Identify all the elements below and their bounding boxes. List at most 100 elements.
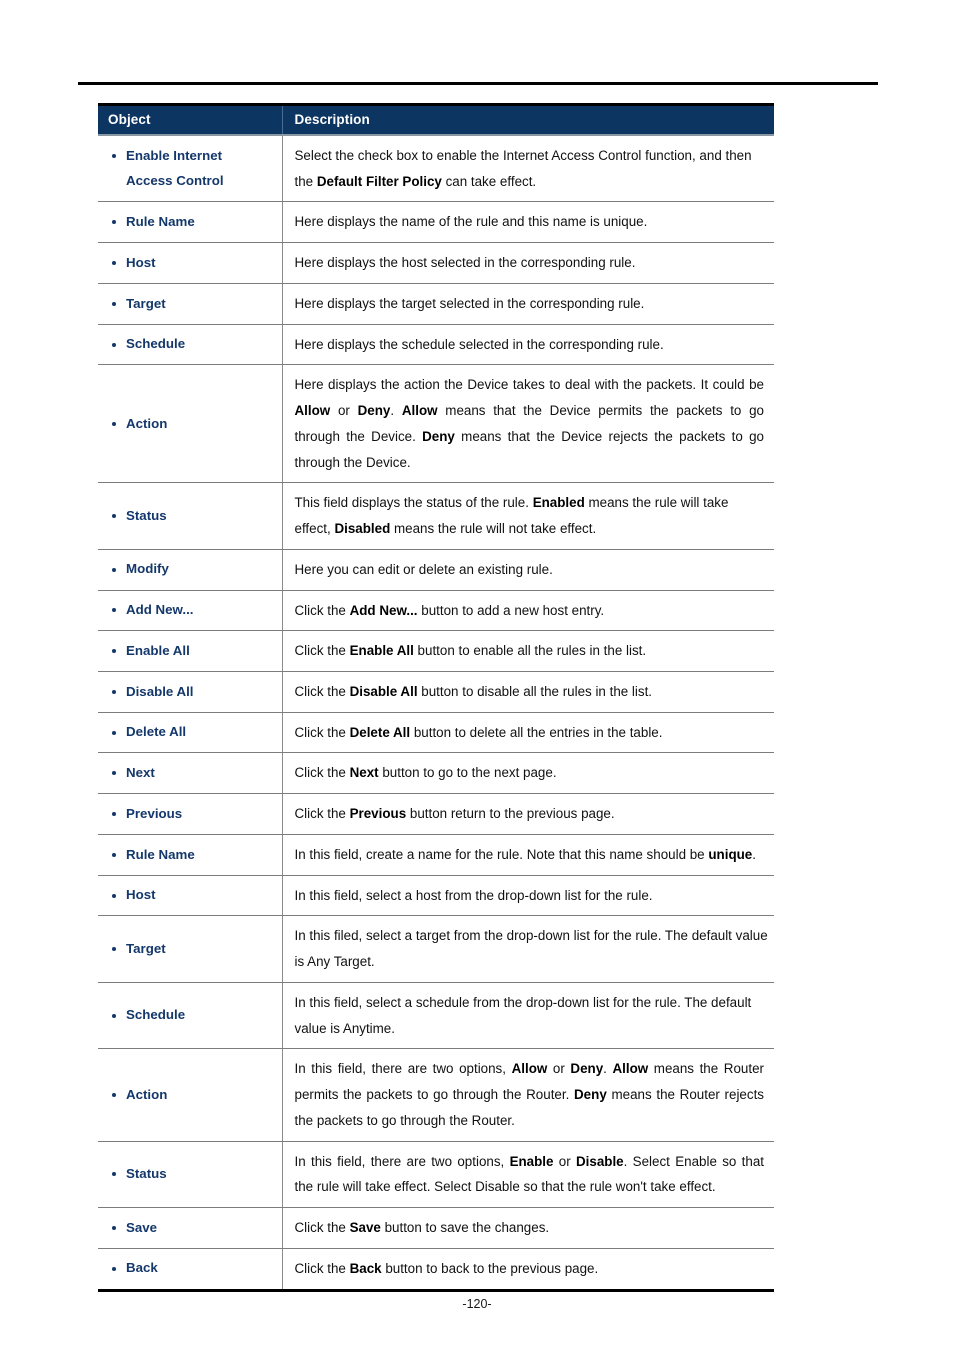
bullet-icon <box>112 421 116 426</box>
table-cell-description: Click the Back button to back to the pre… <box>281 1248 774 1290</box>
object-label-text: Save <box>126 1219 158 1235</box>
table-cell-object: Status <box>98 482 282 550</box>
table-cell-object: Add New... <box>98 590 282 632</box>
object-label-text: Action <box>126 1086 168 1102</box>
bullet-icon <box>112 1266 116 1271</box>
object-label-text: Enable Internet <box>126 148 223 164</box>
table-cell-description: In this field, there are two options, Al… <box>281 1048 774 1142</box>
object-label-text: Host <box>126 887 156 903</box>
table-cell-object: Action <box>98 1048 282 1142</box>
table-cell-description: Here displays the host selected in the c… <box>281 242 774 284</box>
table-row: Schedule In this field, select a schedule… <box>98 982 774 1050</box>
table-cell-object: Enable All <box>98 630 282 673</box>
table-cell-description: Click the Save button to save the change… <box>281 1207 774 1249</box>
table-cell-description: Select the check box to enable the Inter… <box>281 135 774 203</box>
page-number: -120- <box>462 1297 492 1311</box>
table-cell-object: Rule Name <box>98 201 282 244</box>
object-label: Enable All <box>108 639 276 664</box>
table-row: Enable Internet Access Control Select the … <box>98 135 774 203</box>
object-label: Schedule <box>108 1003 276 1028</box>
bullet-icon <box>112 649 116 654</box>
object-label: Host <box>108 251 276 276</box>
object-label-text: Rule Name <box>126 846 195 862</box>
table-cell-description: Click the Previous button return to the … <box>281 793 774 835</box>
bullet-icon <box>112 1172 116 1177</box>
bullet-icon <box>112 1225 116 1230</box>
table-cell-object: Status <box>98 1141 282 1209</box>
object-label: Back <box>108 1256 276 1281</box>
object-label-text: Delete All <box>126 724 187 740</box>
object-label: Next <box>108 761 276 786</box>
table-cell-object: Modify <box>98 549 282 591</box>
table-cell-object: Host <box>98 242 282 284</box>
table-cell-object: Enable Internet Access Control <box>98 135 282 203</box>
table-cell-description: Here you can edit or delete an existing … <box>281 549 774 591</box>
object-label-text: Target <box>126 940 166 956</box>
object-label: Status <box>108 504 276 529</box>
bullet-icon <box>112 301 116 306</box>
table-cell-description: Click the Disable All button to disable … <box>281 671 774 713</box>
object-label: Host <box>108 883 276 908</box>
table-cell-description: Here displays the name of the rule and t… <box>281 201 774 244</box>
table-row: Rule Name In this field, create a name fo… <box>98 834 774 876</box>
table-row: Save Click the Save button to save the ch… <box>98 1207 774 1249</box>
table-row: Add New... Click the Add New... button to… <box>98 590 774 632</box>
bullet-icon <box>112 812 116 817</box>
table-row: Modify Here you can edit or delete an exi… <box>98 549 774 591</box>
object-label-text: Target <box>126 295 166 311</box>
table-header-row: Object Description <box>98 104 774 135</box>
column-header-description: Description <box>281 104 774 135</box>
object-label: Target <box>108 937 276 962</box>
bullet-icon <box>112 689 116 694</box>
bullet-icon <box>112 771 116 776</box>
object-label-text: Rule Name <box>126 214 195 230</box>
object-label-text: Next <box>126 765 155 781</box>
table-row: Host Here displays the host selected in t… <box>98 242 774 284</box>
table-cell-description: In this field, create a name for the rul… <box>281 834 774 876</box>
bullet-icon <box>112 852 116 857</box>
object-label: Save <box>108 1216 276 1241</box>
table-cell-description: In this field, select a host from the dr… <box>281 875 774 917</box>
object-label: Previous <box>108 802 276 827</box>
object-label: Action <box>108 1083 276 1108</box>
bullet-icon <box>112 947 116 952</box>
table-cell-object: Disable All <box>98 671 282 713</box>
table-cell-description: In this field, select a schedule from th… <box>281 982 774 1050</box>
table-row: Disable All Click the Disable All button … <box>98 671 774 713</box>
table-cell-object: Back <box>98 1248 282 1290</box>
table-body: Enable Internet Access Control Select the … <box>98 135 774 1290</box>
object-label: Status <box>108 1162 276 1187</box>
object-label-text: Access Control <box>126 172 224 188</box>
table-cell-object: Rule Name <box>98 834 282 876</box>
table-row: Status This field displays the status of … <box>98 482 774 550</box>
object-label-text: Back <box>126 1260 158 1276</box>
bullet-icon <box>112 154 116 159</box>
table-cell-object: Host <box>98 875 282 917</box>
column-header-object: Object <box>98 104 282 135</box>
table-cell-object: Action <box>98 364 282 484</box>
bullet-icon <box>112 514 116 519</box>
table-cell-description: In this filed, select a target from the … <box>281 915 774 983</box>
object-description-table-wrapper: Object Description Enable Internet Access… <box>98 103 774 1292</box>
object-description-table: Object Description Enable Internet Access… <box>98 103 774 1292</box>
bullet-icon <box>112 1092 116 1097</box>
table-cell-description: Here displays the action the Device take… <box>281 364 774 484</box>
table-row: Target In this filed, select a target fro… <box>98 915 774 983</box>
table-cell-description: Here displays the target selected in the… <box>281 283 774 325</box>
object-label: Rule Name <box>108 210 276 235</box>
table-cell-description: Click the Add New... button to add a new… <box>281 590 774 632</box>
object-label-text: Enable All <box>126 642 190 658</box>
bullet-icon <box>112 567 116 572</box>
object-label: Schedule <box>108 332 276 357</box>
object-label-text: Host <box>126 254 156 270</box>
object-label: Delete All <box>108 720 276 745</box>
table-cell-object: Delete All <box>98 712 282 754</box>
object-label: Add New... <box>108 598 276 623</box>
table-row: Action Here displays the action the Devic… <box>98 364 774 484</box>
table-row: Status In this field, there are two optio… <box>98 1141 774 1209</box>
table-cell-description: Click the Delete All button to delete al… <box>281 712 774 754</box>
table-header: Object Description <box>98 104 774 135</box>
bullet-icon <box>112 220 116 225</box>
table-row: Schedule Here displays the schedule selec… <box>98 324 774 366</box>
table-cell-description: Click the Enable All button to enable al… <box>281 630 774 673</box>
